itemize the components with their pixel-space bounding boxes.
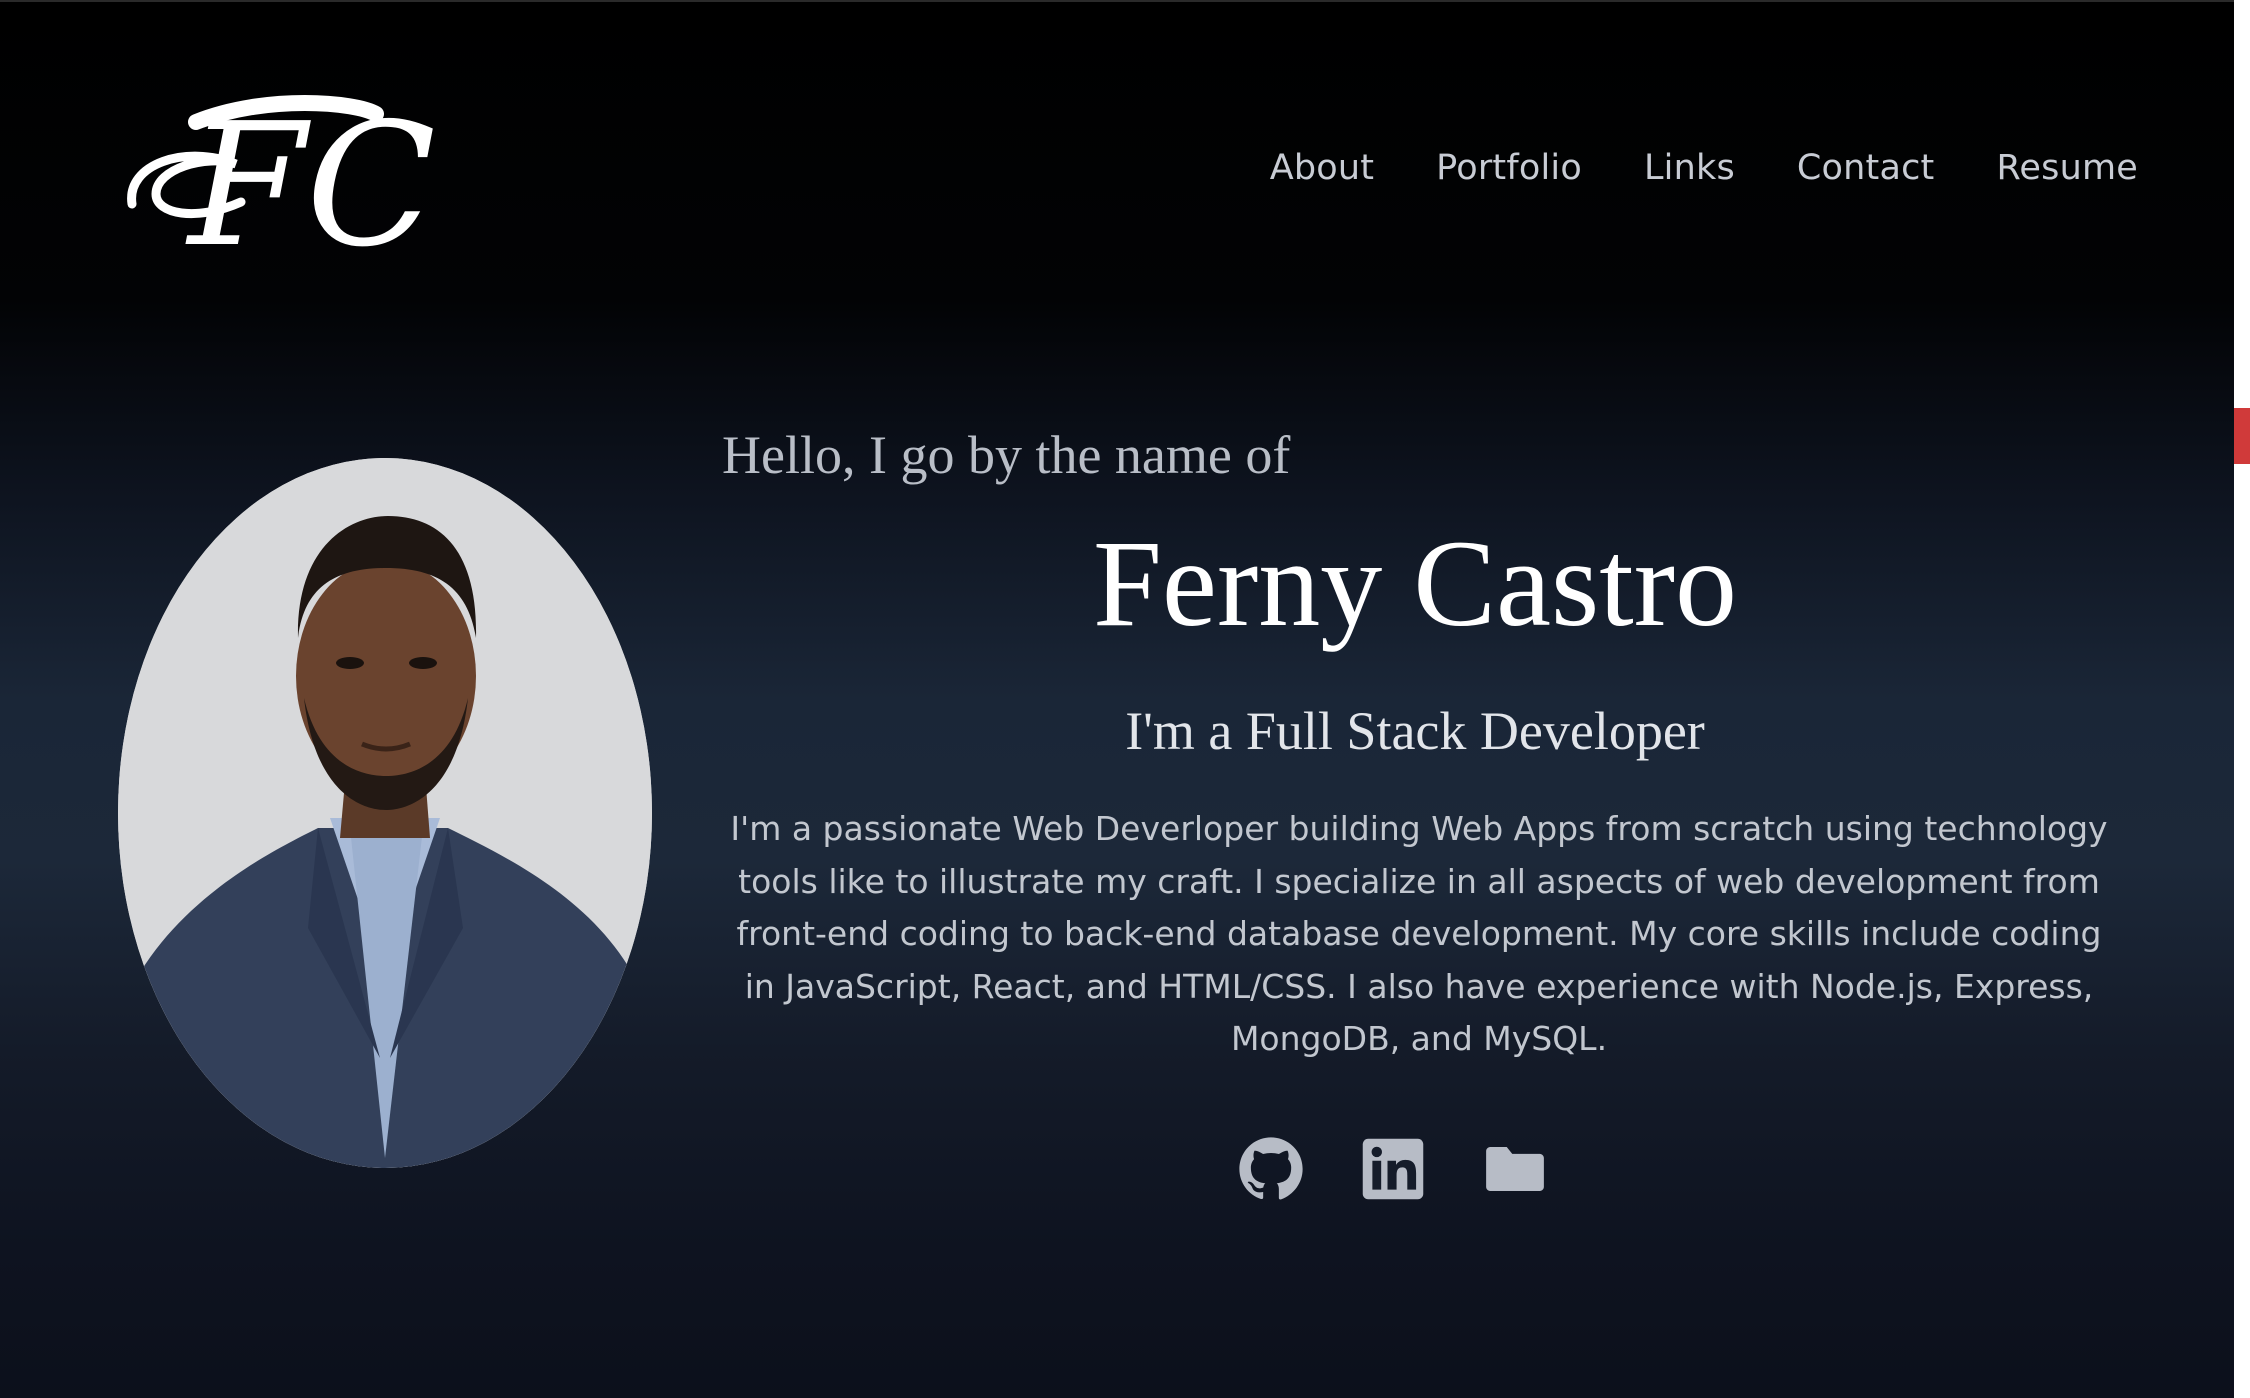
github-icon[interactable] <box>1238 1136 1304 1202</box>
nav-resume[interactable]: Resume <box>1996 148 2138 188</box>
nav-about[interactable]: About <box>1270 148 1374 188</box>
logo-text: FC <box>185 87 436 264</box>
hero-name: Ferny Castro <box>1092 515 1738 652</box>
portfolio-page: FC About Portfolio Links Contact Resume <box>0 0 2234 1398</box>
site-logo[interactable]: FC <box>126 84 476 285</box>
window-top-border <box>0 0 2234 2</box>
hero-greeting: Hello, I go by the name of <box>722 425 1291 485</box>
main-nav: About Portfolio Links Contact Resume <box>1270 148 2138 188</box>
hero-bio: I'm a passionate Web Deverloper building… <box>730 809 2108 1058</box>
adjacent-window-edge <box>2234 0 2250 1398</box>
adjacent-red-tab <box>2234 408 2250 464</box>
nav-links[interactable]: Links <box>1644 148 1735 188</box>
logo-mark: FC <box>127 87 436 285</box>
folder-icon[interactable] <box>1482 1136 1548 1202</box>
social-links <box>1238 1136 1548 1202</box>
nav-portfolio[interactable]: Portfolio <box>1436 148 1582 188</box>
hero-role: I'm a Full Stack Developer <box>1125 701 1705 761</box>
profile-photo <box>118 458 652 1168</box>
nav-contact[interactable]: Contact <box>1797 148 1935 188</box>
linkedin-icon[interactable] <box>1360 1136 1426 1202</box>
